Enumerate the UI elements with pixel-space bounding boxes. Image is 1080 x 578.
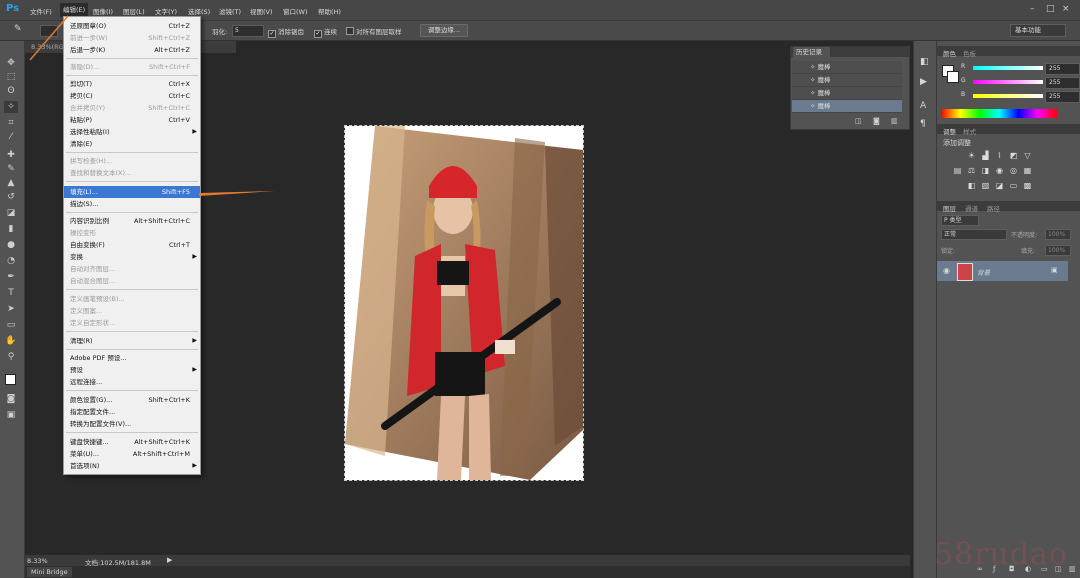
trash-icon[interactable]: ▥ xyxy=(891,117,898,125)
magic-wand-icon: ✧ xyxy=(810,89,816,97)
green-label: G xyxy=(961,77,966,84)
lock-icon: ▣ xyxy=(1051,266,1058,274)
black-white-icon[interactable]: ◨ xyxy=(981,166,990,175)
hue-saturation-icon[interactable]: ▤ xyxy=(953,166,962,175)
blue-label: B xyxy=(961,91,966,98)
tab-styles[interactable]: 样式 xyxy=(963,126,976,136)
delete-layer-icon[interactable]: ▥ xyxy=(1069,565,1076,573)
snapshot-icon[interactable]: ◫ xyxy=(855,117,862,125)
fill-input[interactable]: 100% xyxy=(1045,245,1071,256)
layer-thumbnail xyxy=(957,263,973,281)
magic-wand-icon: ✧ xyxy=(810,102,816,110)
history-item-current[interactable]: ✧ 魔棒 xyxy=(792,100,902,113)
tab-layers[interactable]: 图层 xyxy=(943,203,956,213)
channel-mixer-icon[interactable]: ◎ xyxy=(1009,166,1018,175)
color-tabbar xyxy=(937,46,1080,56)
layer-name[interactable]: 背景 xyxy=(977,267,990,277)
tab-color[interactable]: 颜色 xyxy=(943,48,956,58)
magic-wand-icon: ✧ xyxy=(810,63,816,71)
layer-row-background[interactable]: ◉ 背景 ▣ xyxy=(937,261,1068,281)
history-panel: 历史记录 ✧ 魔棒 ✧ 魔棒 ✧ 魔棒 ✧ 魔棒 ◫ ◙ ▥ xyxy=(790,46,910,130)
blue-slider[interactable]: B 255 xyxy=(961,91,1080,103)
watermark: 58rudao xyxy=(934,537,1068,572)
arrow-to-fill-item xyxy=(199,191,275,196)
right-dock: 颜色 色板 R 255 G 255 B 255 调整 样式 添加调整 ☀ ▟ ⌇… xyxy=(936,41,1080,578)
selective-color-icon[interactable]: ▩ xyxy=(1023,181,1032,190)
gradient-map-icon[interactable]: ▭ xyxy=(1009,181,1018,190)
character-icon[interactable]: A xyxy=(920,101,926,111)
visibility-eye-icon[interactable]: ◉ xyxy=(943,266,950,275)
opacity-label: 不透明度: xyxy=(1011,232,1038,239)
history-icon[interactable]: ◧ xyxy=(920,57,929,67)
opacity-input[interactable]: 100% xyxy=(1045,229,1071,240)
history-item[interactable]: ✧ 魔棒 xyxy=(792,74,902,87)
tab-adjustments[interactable]: 调整 xyxy=(943,126,956,136)
vibrance-icon[interactable]: ▽ xyxy=(1023,151,1032,160)
adjustments-tabbar xyxy=(937,124,1080,134)
arrow-to-edit-menu xyxy=(29,15,69,61)
magic-wand-icon: ✧ xyxy=(810,76,816,84)
tab-mini-bridge[interactable]: Mini Bridge xyxy=(27,567,72,577)
zoom-level[interactable]: 8.33% xyxy=(27,557,48,565)
exposure-icon[interactable]: ◩ xyxy=(1009,151,1018,160)
layer-kind-filter[interactable]: P 类型 xyxy=(941,215,979,226)
color-lookup-icon[interactable]: ▦ xyxy=(1023,166,1032,175)
levels-icon[interactable]: ▟ xyxy=(981,151,990,160)
blend-mode-select[interactable]: 正常 xyxy=(941,229,1007,240)
blue-value[interactable]: 255 xyxy=(1045,91,1080,103)
layers-tabbar xyxy=(937,201,1080,211)
photo-filter-icon[interactable]: ◉ xyxy=(995,166,1004,175)
fill-label: 填充: xyxy=(1021,248,1036,255)
red-slider[interactable]: R 255 xyxy=(961,63,1080,75)
lock-label: 锁定: xyxy=(941,248,956,255)
invert-icon[interactable]: ◧ xyxy=(967,181,976,190)
red-label: R xyxy=(961,63,966,70)
history-item[interactable]: ✧ 魔棒 xyxy=(792,61,902,74)
threshold-icon[interactable]: ◪ xyxy=(995,181,1004,190)
color-balance-icon[interactable]: ⚖ xyxy=(967,166,976,175)
green-value[interactable]: 255 xyxy=(1045,77,1080,89)
history-item[interactable]: ✧ 魔棒 xyxy=(792,87,902,100)
green-slider[interactable]: G 255 xyxy=(961,77,1080,89)
tab-paths[interactable]: 路径 xyxy=(987,203,1000,213)
curves-icon[interactable]: ⌇ xyxy=(995,151,1004,160)
camera-icon[interactable]: ◙ xyxy=(873,117,880,125)
tab-swatches[interactable]: 色板 xyxy=(963,48,976,58)
status-menu-arrow-icon[interactable]: ▶ xyxy=(167,556,172,564)
color-spectrum-bar[interactable] xyxy=(941,109,1057,118)
brightness-icon[interactable]: ☀ xyxy=(967,151,976,160)
add-adjustment-title: 添加调整 xyxy=(943,139,971,147)
background-color-swatch[interactable] xyxy=(947,71,959,83)
tab-history[interactable]: 历史记录 xyxy=(793,47,830,57)
red-value[interactable]: 255 xyxy=(1045,63,1080,75)
tab-channels[interactable]: 通道 xyxy=(965,203,978,213)
paragraph-icon[interactable]: ¶ xyxy=(920,119,926,129)
panel-icon-strip: ◧ ▶ A ¶ xyxy=(913,41,936,578)
actions-icon[interactable]: ▶ xyxy=(920,77,927,87)
mini-bridge-bar: Mini Bridge xyxy=(25,566,910,578)
posterize-icon[interactable]: ▧ xyxy=(981,181,990,190)
